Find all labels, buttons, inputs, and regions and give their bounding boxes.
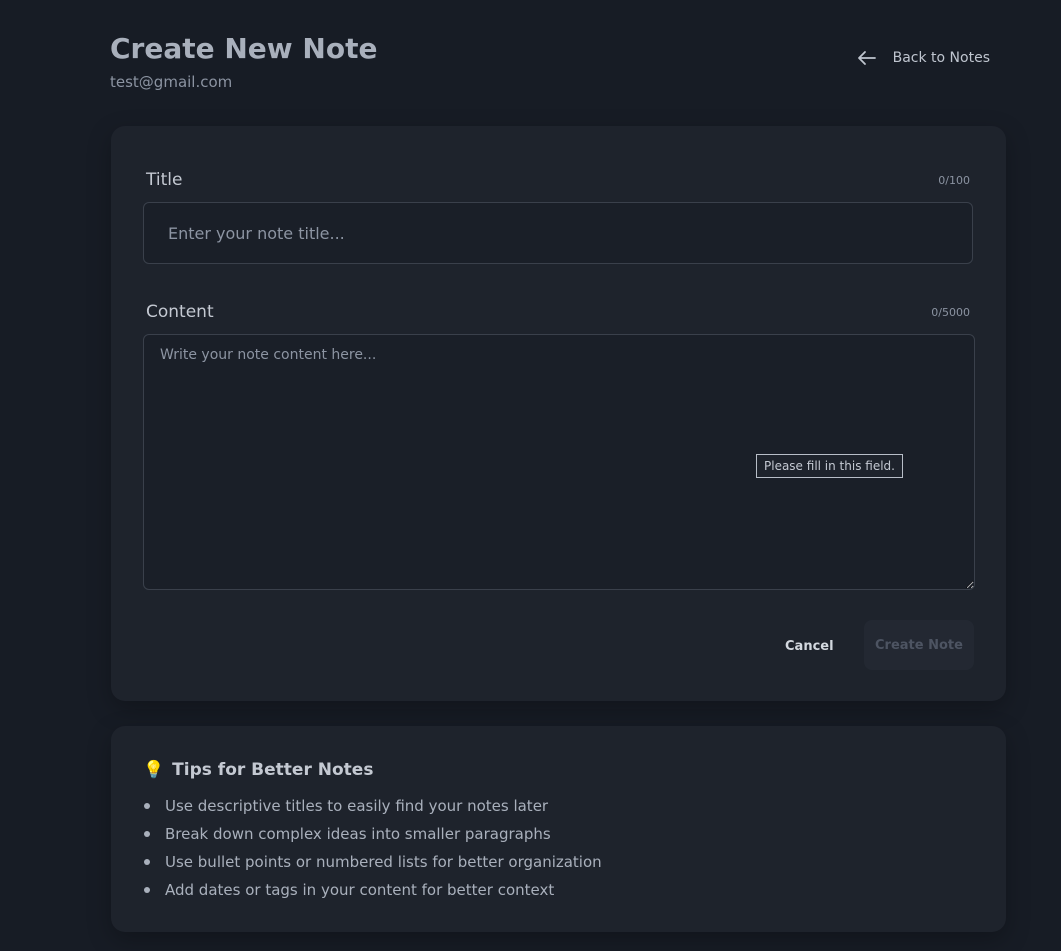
back-to-notes-link[interactable]: Back to Notes (857, 50, 990, 66)
bullet-icon (144, 859, 150, 865)
lightbulb-icon: 💡 (143, 760, 165, 780)
create-note-button[interactable]: Create Note (864, 620, 974, 670)
list-item: Add dates or tags in your content for be… (143, 878, 602, 906)
tips-title-text: Tips for Better Notes (172, 760, 374, 780)
cancel-button[interactable]: Cancel (779, 632, 840, 660)
tip-text: Break down complex ideas into smaller pa… (165, 825, 551, 843)
bullet-icon (144, 831, 150, 837)
tip-text: Add dates or tags in your content for be… (165, 881, 555, 899)
tip-text: Use bullet points or numbered lists for … (165, 853, 602, 871)
validation-tooltip: Please fill in this field. (756, 454, 903, 478)
list-item: Break down complex ideas into smaller pa… (143, 822, 602, 850)
note-form-card: Title 0/100 Content 0/5000 Please fill i… (111, 126, 1006, 701)
content-char-counter: 0/5000 (931, 306, 970, 319)
back-to-notes-label: Back to Notes (892, 50, 990, 66)
page: Create New Note test@gmail.com Back to N… (0, 0, 1061, 951)
bullet-icon (144, 887, 150, 893)
tip-text: Use descriptive titles to easily find yo… (165, 797, 549, 815)
title-input[interactable] (143, 202, 973, 264)
list-item: Use bullet points or numbered lists for … (143, 850, 602, 878)
tips-title: 💡 Tips for Better Notes (143, 760, 373, 780)
page-header: Create New Note test@gmail.com Back to N… (110, 28, 990, 98)
user-email: test@gmail.com (110, 73, 233, 91)
content-label: Content (146, 302, 214, 322)
list-item: Use descriptive titles to easily find yo… (143, 794, 602, 822)
bullet-icon (144, 803, 150, 809)
page-title: Create New Note (110, 32, 378, 65)
title-label: Title (146, 170, 183, 190)
tips-card: 💡 Tips for Better Notes Use descriptive … (111, 726, 1006, 932)
title-char-counter: 0/100 (938, 174, 970, 187)
arrow-left-icon (857, 50, 877, 66)
tips-list: Use descriptive titles to easily find yo… (143, 794, 602, 906)
